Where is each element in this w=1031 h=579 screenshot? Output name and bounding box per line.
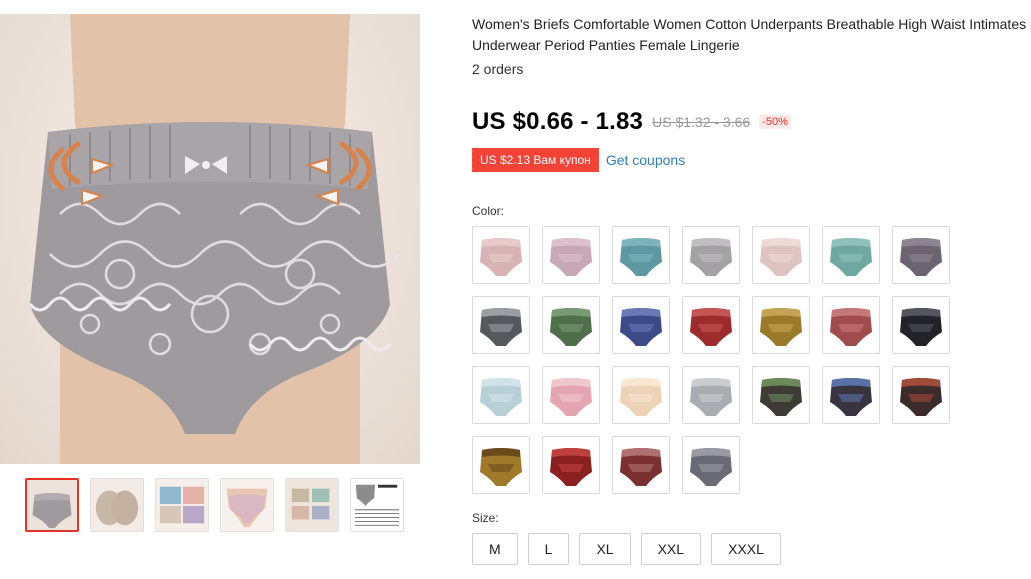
color-swatch[interactable] bbox=[542, 436, 600, 494]
swatch-image bbox=[620, 238, 662, 276]
swatch-image bbox=[480, 378, 522, 416]
swatch-image bbox=[690, 238, 732, 276]
color-swatch[interactable] bbox=[682, 296, 740, 354]
discount-badge: -50% bbox=[759, 115, 791, 129]
thumb-folded-pack[interactable] bbox=[285, 478, 339, 532]
color-swatch[interactable] bbox=[892, 366, 950, 424]
color-swatch[interactable] bbox=[752, 296, 810, 354]
thumb-pink-model[interactable] bbox=[220, 478, 274, 532]
color-swatch[interactable] bbox=[612, 366, 670, 424]
swatch-image bbox=[550, 378, 592, 416]
color-swatch[interactable] bbox=[472, 296, 530, 354]
orders-count: 2 orders bbox=[472, 61, 524, 77]
main-product-image[interactable] bbox=[0, 14, 420, 464]
thumb-size-chart[interactable] bbox=[350, 478, 404, 532]
color-label: Color: bbox=[472, 204, 505, 218]
color-swatch[interactable] bbox=[472, 366, 530, 424]
color-swatch-grid bbox=[472, 226, 950, 494]
swatch-image bbox=[830, 238, 872, 276]
color-swatch[interactable] bbox=[472, 226, 530, 284]
swatch-image bbox=[760, 308, 802, 346]
color-swatch[interactable] bbox=[612, 296, 670, 354]
swatch-image bbox=[900, 378, 942, 416]
size-label: Size: bbox=[472, 511, 499, 525]
swatch-image bbox=[480, 308, 522, 346]
color-swatch[interactable] bbox=[682, 366, 740, 424]
color-swatch[interactable] bbox=[892, 296, 950, 354]
swatch-image bbox=[760, 378, 802, 416]
swatch-image bbox=[690, 378, 732, 416]
color-swatch[interactable] bbox=[892, 226, 950, 284]
thumbnail-strip bbox=[25, 478, 404, 532]
color-swatch[interactable] bbox=[612, 226, 670, 284]
color-swatch[interactable] bbox=[542, 366, 600, 424]
color-swatch[interactable] bbox=[822, 226, 880, 284]
color-swatch[interactable] bbox=[472, 436, 530, 494]
color-swatch[interactable] bbox=[822, 366, 880, 424]
color-swatch[interactable] bbox=[682, 436, 740, 494]
color-swatch[interactable] bbox=[542, 226, 600, 284]
price-row: US $0.66 - 1.83 US $1.32 - 3.66 -50% bbox=[472, 108, 791, 136]
size-option-m[interactable]: M bbox=[472, 533, 518, 565]
color-swatch[interactable] bbox=[752, 366, 810, 424]
swatch-image bbox=[480, 238, 522, 276]
original-price: US $1.32 - 3.66 bbox=[652, 114, 751, 130]
swatch-image bbox=[690, 308, 732, 346]
color-swatch[interactable] bbox=[682, 226, 740, 284]
size-options: M L XL XXL XXXL bbox=[472, 533, 781, 565]
thumb-color-pack[interactable] bbox=[155, 478, 209, 532]
product-title: Women's Briefs Comfortable Women Cotton … bbox=[472, 16, 1027, 53]
thumb-back-view[interactable] bbox=[90, 478, 144, 532]
coupon-badge: US $2.13 Вам купон bbox=[470, 148, 599, 172]
swatch-image bbox=[830, 378, 872, 416]
color-swatch[interactable] bbox=[542, 296, 600, 354]
swatch-image bbox=[550, 308, 592, 346]
color-swatch[interactable] bbox=[612, 436, 670, 494]
size-option-xxxl[interactable]: XXXL bbox=[711, 533, 781, 565]
swatch-image bbox=[760, 238, 802, 276]
get-coupons-link[interactable]: Get coupons bbox=[606, 152, 685, 168]
swatch-image bbox=[480, 448, 522, 486]
swatch-image bbox=[620, 378, 662, 416]
swatch-image bbox=[900, 308, 942, 346]
current-price: US $0.66 - 1.83 bbox=[472, 108, 644, 135]
coupon-row: US $2.13 Вам купон Get coupons bbox=[470, 148, 685, 172]
swatch-image bbox=[620, 448, 662, 486]
size-option-xl[interactable]: XL bbox=[579, 533, 631, 565]
size-option-xxl[interactable]: XXL bbox=[640, 533, 702, 565]
swatch-image bbox=[690, 448, 732, 486]
thumb-grey-front[interactable] bbox=[25, 478, 79, 532]
swatch-image bbox=[830, 308, 872, 346]
swatch-image bbox=[550, 448, 592, 486]
swatch-image bbox=[620, 308, 662, 346]
swatch-image bbox=[550, 238, 592, 276]
swatch-image bbox=[900, 238, 942, 276]
color-swatch[interactable] bbox=[822, 296, 880, 354]
size-option-l[interactable]: L bbox=[527, 533, 570, 565]
color-swatch[interactable] bbox=[752, 226, 810, 284]
product-photo bbox=[28, 14, 401, 464]
